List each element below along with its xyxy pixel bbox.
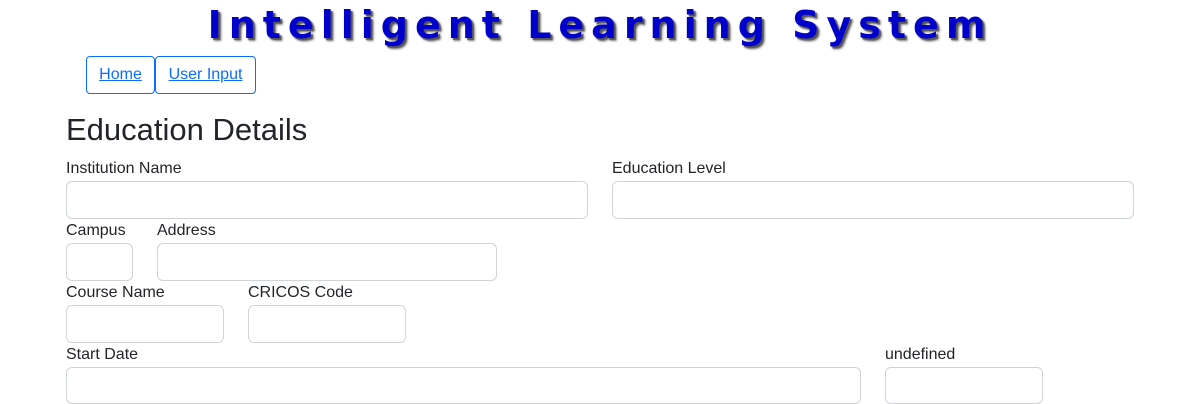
- address-label: Address: [157, 222, 216, 239]
- page: Intelligent Learning System Home User In…: [0, 0, 1200, 404]
- course-name-input[interactable]: [66, 305, 224, 343]
- undefined-field-label: undefined: [885, 346, 956, 363]
- address-input[interactable]: [157, 243, 497, 281]
- section-heading: Education Details: [66, 112, 308, 147]
- app-title: Intelligent Learning System: [207, 3, 993, 47]
- cricos-code-input[interactable]: [248, 305, 406, 343]
- education-level-label: Education Level: [612, 160, 726, 177]
- institution-name-input[interactable]: [66, 181, 588, 219]
- nav-user-input-button[interactable]: User Input: [155, 56, 256, 94]
- course-name-label: Course Name: [66, 284, 165, 301]
- start-date-input[interactable]: [66, 367, 861, 404]
- undefined-field-input[interactable]: [885, 367, 1043, 404]
- nav-home-button[interactable]: Home: [86, 56, 155, 94]
- cricos-code-label: CRICOS Code: [248, 284, 353, 301]
- campus-input[interactable]: [66, 243, 133, 281]
- education-level-input[interactable]: [612, 181, 1134, 219]
- start-date-label: Start Date: [66, 346, 139, 363]
- campus-label: Campus: [66, 222, 126, 239]
- institution-name-label: Institution Name: [66, 160, 182, 177]
